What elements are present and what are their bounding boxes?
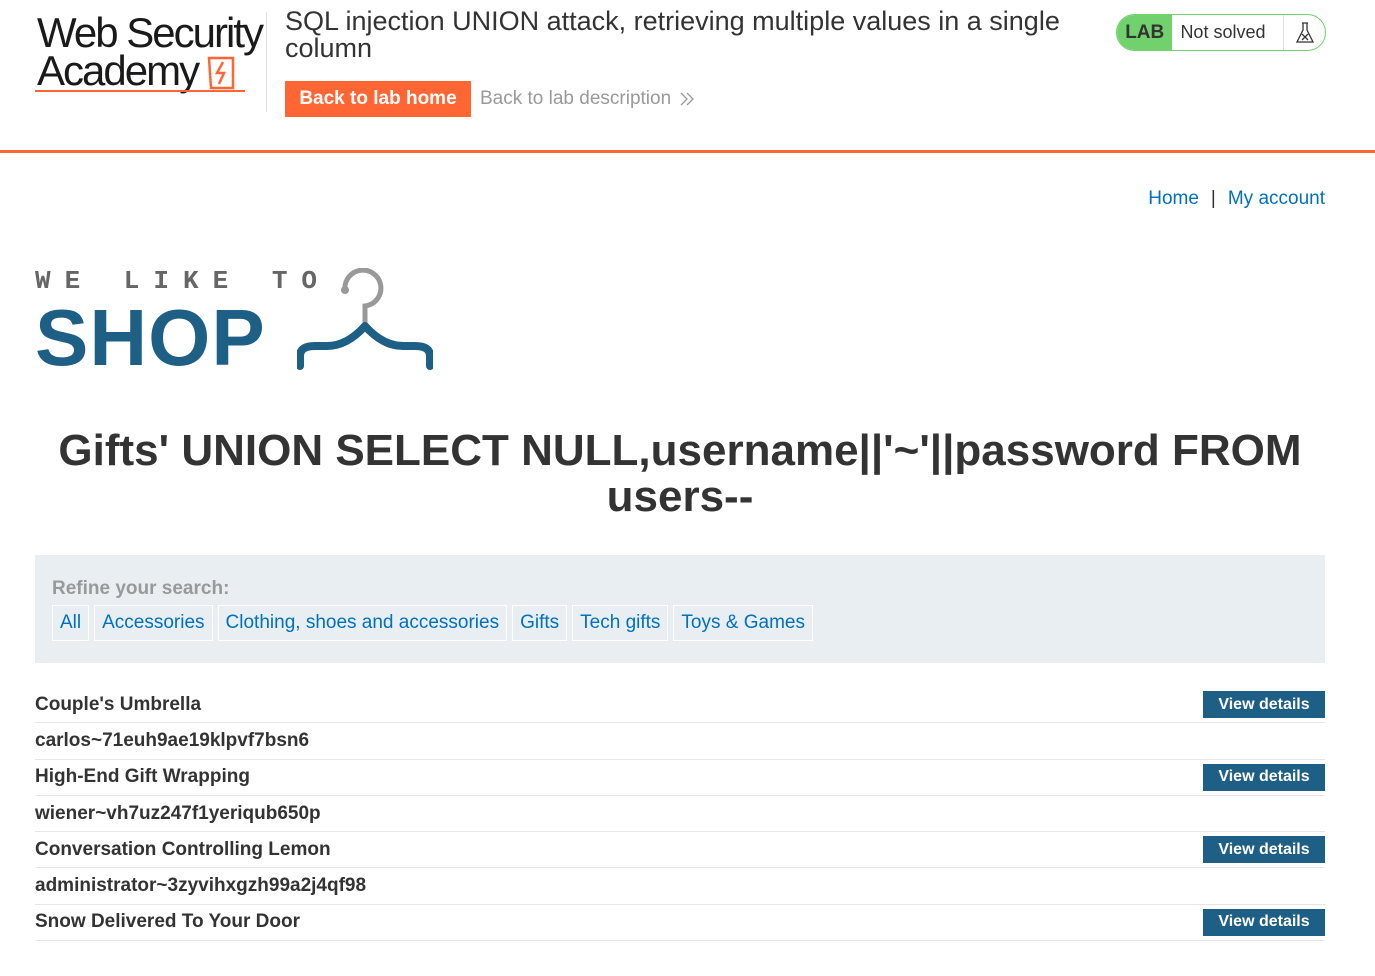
table-row: carlos~71euh9ae19klpvf7bsn6 [35,723,1325,760]
filter-toys-games[interactable]: Toys & Games [673,605,813,641]
view-details-button[interactable]: View details [1203,691,1325,719]
lab-status-widget: LAB Not solved [1116,14,1326,51]
lab-badge: LAB [1117,15,1173,50]
row-text: High-End Gift Wrapping [35,766,250,788]
filter-tech-gifts[interactable]: Tech gifts [572,605,669,641]
lightning-icon [207,56,235,90]
header-divider [266,12,267,112]
shop-logo-small-text: WE LIKE TO [35,266,332,296]
back-to-lab-description-label: Back to lab description [480,88,672,109]
nav-separator: | [1210,188,1216,209]
filter-panel: Refine your search: All Accessories Clot… [35,555,1325,663]
hanger-icon [297,268,433,370]
filter-gifts[interactable]: Gifts [512,605,568,641]
lab-status-text: Not solved [1180,22,1266,42]
logo-underline [35,90,245,92]
we-like-to-shop-logo: WE LIKE TO SHOP [35,268,435,378]
top-navigation: Home | My account [1148,188,1325,210]
row-text: wiener~vh7uz247f1yeriqub650p [35,802,321,824]
table-row: Couple's Umbrella View details [35,687,1325,724]
flask-icon [1283,15,1325,50]
row-text: administrator~3zyvihxgzh99a2j4qf98 [35,875,367,897]
back-to-lab-home-button[interactable]: Back to lab home [285,81,471,117]
row-text: Conversation Controlling Lemon [35,838,331,860]
table-row: Conversation Controlling Lemon View deta… [35,832,1325,869]
row-text: carlos~71euh9ae19klpvf7bsn6 [35,729,310,751]
table-row: wiener~vh7uz247f1yeriqub650p [35,796,1325,833]
back-to-lab-description-link[interactable]: Back to lab description [480,88,695,110]
filter-list: All Accessories Clothing, shoes and acce… [52,605,813,641]
shop-logo-big-text: SHOP [35,293,266,382]
view-details-button[interactable]: View details [1203,836,1325,864]
table-row: High-End Gift Wrapping View details [35,760,1325,796]
table-row: Snow Delivered To Your Door View details [35,905,1325,942]
academy-header: Web Security Academy SQL injection UNION… [0,0,1375,153]
search-results-heading: Gifts' UNION SELECT NULL,username||'~'||… [58,426,1302,521]
logo-line2: Academy [37,47,200,94]
web-security-academy-logo[interactable]: Web Security Academy [35,12,265,98]
double-chevron-right-icon [680,92,695,106]
view-details-button[interactable]: View details [1203,908,1325,936]
view-details-button[interactable]: View details [1203,763,1325,791]
nav-home-link[interactable]: Home [1148,188,1199,210]
nav-my-account-link[interactable]: My account [1228,188,1325,210]
table-row: administrator~3zyvihxgzh99a2j4qf98 [35,868,1325,905]
filter-clothing[interactable]: Clothing, shoes and accessories [217,605,508,641]
lab-title: SQL injection UNION attack, retrieving m… [285,6,1060,63]
filter-accessories[interactable]: Accessories [94,605,213,641]
results-table: Couple's Umbrella View details carlos~71… [35,687,1325,942]
row-text: Snow Delivered To Your Door [35,911,300,933]
filter-all[interactable]: All [52,605,90,641]
row-text: Couple's Umbrella [35,693,202,715]
filter-label: Refine your search: [52,578,230,599]
